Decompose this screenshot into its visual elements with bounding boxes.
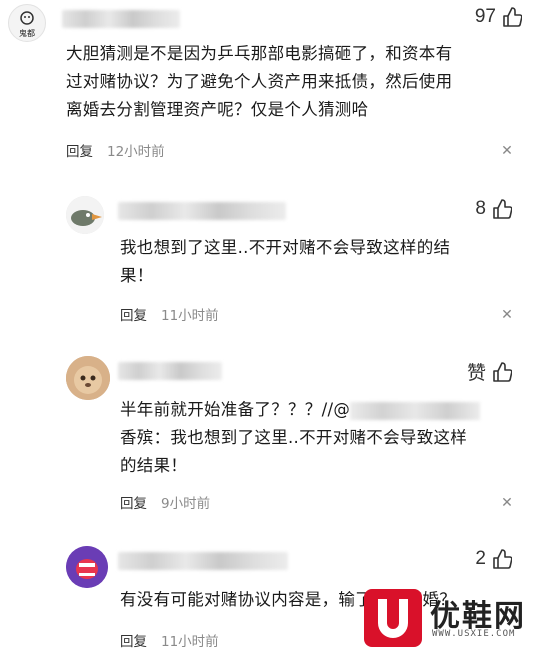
thumbs-up-icon (493, 199, 512, 219)
like-button[interactable]: 97 (475, 6, 522, 28)
username-blurred[interactable] (62, 10, 180, 28)
comment-text: 大胆猜测是不是因为乒乓那部电影搞砸了，和资本有 过对赌协议？为了避免个人资产用来… (66, 44, 453, 119)
timestamp: 9小时前 (161, 496, 211, 512)
avatar[interactable] (66, 546, 108, 588)
avatar-pet-icon (66, 356, 110, 400)
comment-meta: 回复 11小时前 (120, 304, 219, 324)
comment-text: 半年前就开始准备了？？？//@ 香殡：我也想到了这里..不开对赌不会导致这样 的… (120, 396, 481, 480)
reply-button[interactable]: 回复 (120, 492, 147, 512)
mention-blurred[interactable] (350, 401, 481, 420)
like-button[interactable]: 8 (475, 198, 512, 220)
username-blurred[interactable] (118, 362, 222, 380)
close-icon[interactable]: ✕ (500, 144, 514, 158)
reply-button[interactable]: 回复 (66, 140, 93, 160)
u-logo-icon (378, 599, 408, 638)
like-button[interactable]: 赞 (467, 358, 512, 385)
username-blurred[interactable] (118, 552, 288, 570)
comment-meta: 回复 11小时前 (120, 630, 219, 650)
avatar[interactable] (66, 196, 104, 234)
svg-text:鬼都: 鬼都 (19, 28, 35, 38)
reply-button[interactable]: 回复 (120, 304, 147, 324)
watermark-url: WWW.USXIE.COM (432, 629, 516, 639)
like-button[interactable]: 2 (475, 548, 512, 570)
avatar-bird-icon (66, 196, 104, 234)
avatar[interactable]: 鬼都 (8, 4, 46, 42)
avatar[interactable] (66, 356, 110, 400)
thumbs-up-icon (493, 361, 512, 382)
comment-text: 我也想到了这里..不开对赌不会导致这样的结 果！ (120, 238, 451, 285)
watermark-logo (364, 589, 422, 647)
avatar-cat-icon: 鬼都 (19, 11, 35, 38)
timestamp: 12小时前 (107, 144, 165, 160)
username-blurred[interactable] (118, 202, 286, 220)
close-icon[interactable]: ✕ (500, 496, 514, 510)
timestamp: 11小时前 (161, 308, 219, 324)
like-count: 2 (475, 548, 486, 569)
comment-meta: 回复 12小时前 (66, 140, 165, 160)
like-label: 赞 (466, 363, 486, 384)
avatar-face-icon (66, 546, 108, 588)
like-count: 97 (474, 6, 496, 27)
close-icon[interactable]: ✕ (500, 308, 514, 322)
comment-meta: 回复 9小时前 (120, 492, 210, 512)
watermark: 优鞋网 WWW.USXIE.COM (364, 589, 530, 647)
reply-button[interactable]: 回复 (120, 630, 147, 650)
like-count: 8 (475, 198, 486, 219)
thumbs-up-icon (503, 7, 522, 27)
timestamp: 11小时前 (161, 634, 219, 650)
thumbs-up-icon (493, 549, 512, 569)
